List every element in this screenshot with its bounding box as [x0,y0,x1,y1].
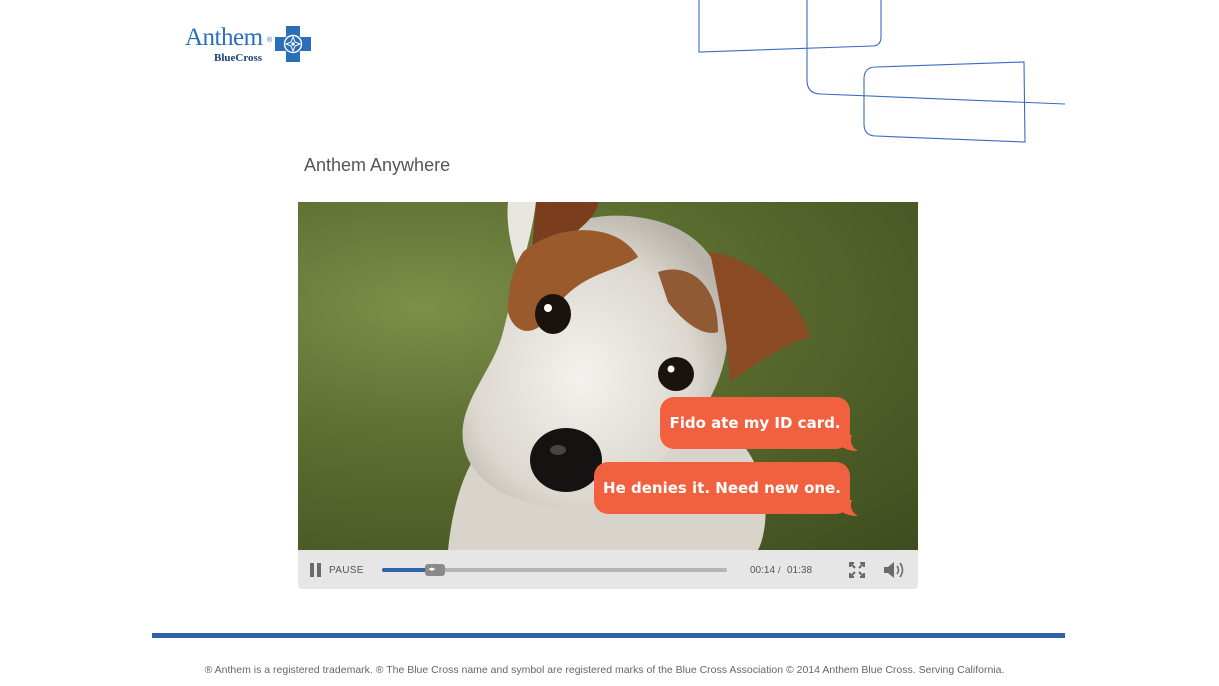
fullscreen-icon[interactable] [849,562,865,578]
volume-icon[interactable] [883,561,905,579]
video-controls: PAUSE ◂▸ 00:14 / 01:38 [298,550,918,589]
footer-legal-text: ® Anthem is a registered trademark. ® Th… [204,664,1005,676]
drag-arrows-icon: ◂▸ [428,566,436,573]
speech-bubble-1: Fido ate my ID card. [660,397,850,449]
speech-bubble-2-tail [838,500,858,516]
progress-bar[interactable]: ◂▸ [382,564,727,576]
pause-icon[interactable] [310,563,322,577]
video-frame[interactable]: Fido ate my ID card. He denies it. Need … [298,202,918,550]
speech-bubble-2: He denies it. Need new one. [594,462,850,514]
pause-button[interactable]: PAUSE [329,565,364,576]
speech-bubble-1-tail [838,435,858,451]
progress-handle[interactable]: ◂▸ [425,564,446,576]
logo-wordmark: Anthem [185,24,263,51]
footer-rule [152,633,1065,638]
decorative-lines [698,0,1066,143]
logo-registered-mark: ® [267,37,273,44]
blue-cross-icon [275,26,311,62]
progress-fill [382,568,432,572]
logo-subtitle: BlueCross [214,52,263,64]
time-separator: / [778,565,781,575]
anthem-logo[interactable]: Anthem ® BlueCross [185,24,315,66]
speech-bubble-2-text: He denies it. Need new one. [603,479,841,497]
speech-bubble-1-text: Fido ate my ID card. [669,414,841,432]
video-player[interactable]: Fido ate my ID card. He denies it. Need … [298,202,918,589]
page-title: Anthem Anywhere [304,155,451,175]
current-time: 00:14 [750,565,776,576]
duration: 01:38 [787,565,813,576]
